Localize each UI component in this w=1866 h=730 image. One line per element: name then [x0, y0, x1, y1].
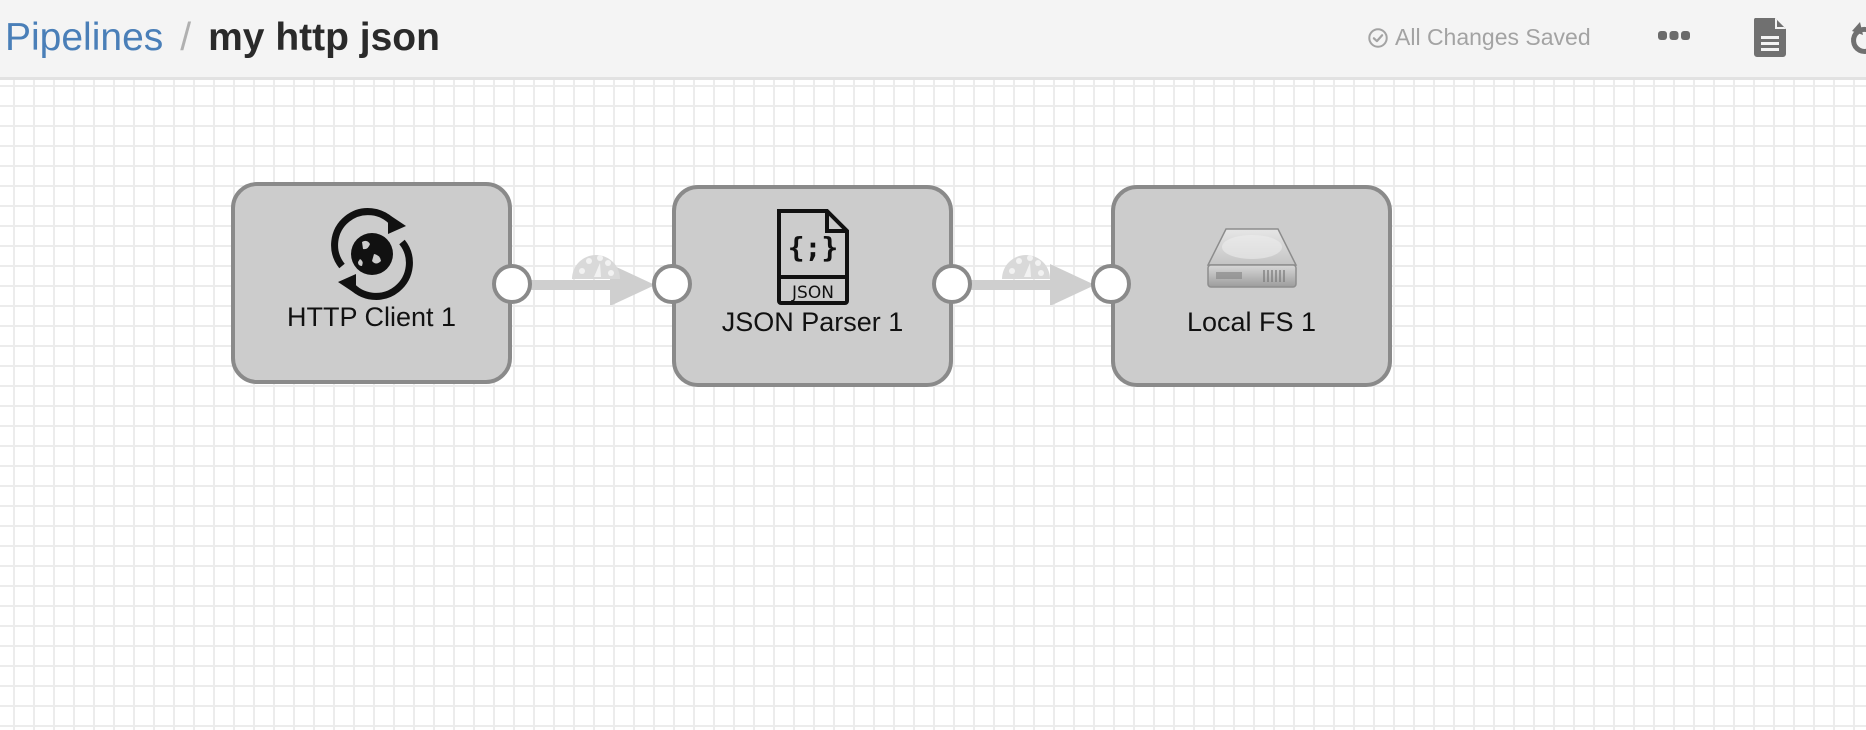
save-status-text: All Changes Saved — [1395, 24, 1591, 50]
http-client-globe-sync-icon — [317, 204, 427, 304]
stage-http-client[interactable]: HTTP Client 1 — [231, 182, 532, 384]
stage-label: Local FS 1 — [1186, 307, 1317, 337]
hard-drive-icon — [1197, 207, 1307, 307]
connection-http-to-json[interactable] — [530, 245, 655, 305]
document-icon — [1753, 18, 1786, 57]
svg-text:JSON: JSON — [791, 283, 834, 303]
save-status: All Changes Saved — [1367, 24, 1591, 51]
json-file-icon: {;} JSON — [758, 207, 868, 307]
check-circle-icon — [1368, 27, 1388, 48]
more-horizontal-icon — [1658, 31, 1690, 40]
output-port[interactable] — [492, 264, 532, 304]
svg-text:{;}: {;} — [787, 231, 838, 264]
undo-button[interactable] — [1848, 18, 1866, 58]
breadcrumb: Pipelines / my http json — [5, 14, 440, 62]
pipeline-title: my http json — [208, 16, 440, 59]
document-button[interactable] — [1752, 16, 1788, 58]
pipeline-canvas[interactable]: HTTP Client 1 {;} JSON JSON Parser 1 Loc… — [0, 80, 1866, 730]
top-header: Pipelines / my http json All Changes Saved — [0, 0, 1866, 80]
gauge-icon[interactable] — [572, 255, 620, 279]
stage-label: JSON Parser 1 — [721, 307, 904, 337]
stage-local-fs[interactable]: Local FS 1 — [1091, 185, 1392, 387]
input-port[interactable] — [652, 264, 692, 304]
stage-json-parser[interactable]: {;} JSON JSON Parser 1 — [652, 185, 972, 387]
undo-icon — [1851, 22, 1866, 54]
connection-json-to-localfs[interactable] — [970, 245, 1095, 305]
input-port[interactable] — [1091, 264, 1131, 304]
breadcrumb-separator: / — [180, 16, 192, 59]
breadcrumb-pipelines-link[interactable]: Pipelines — [5, 16, 163, 59]
output-port[interactable] — [932, 264, 972, 304]
stage-label: HTTP Client 1 — [286, 302, 457, 332]
more-options-button[interactable] — [1656, 26, 1692, 46]
gauge-icon[interactable] — [1002, 255, 1050, 279]
